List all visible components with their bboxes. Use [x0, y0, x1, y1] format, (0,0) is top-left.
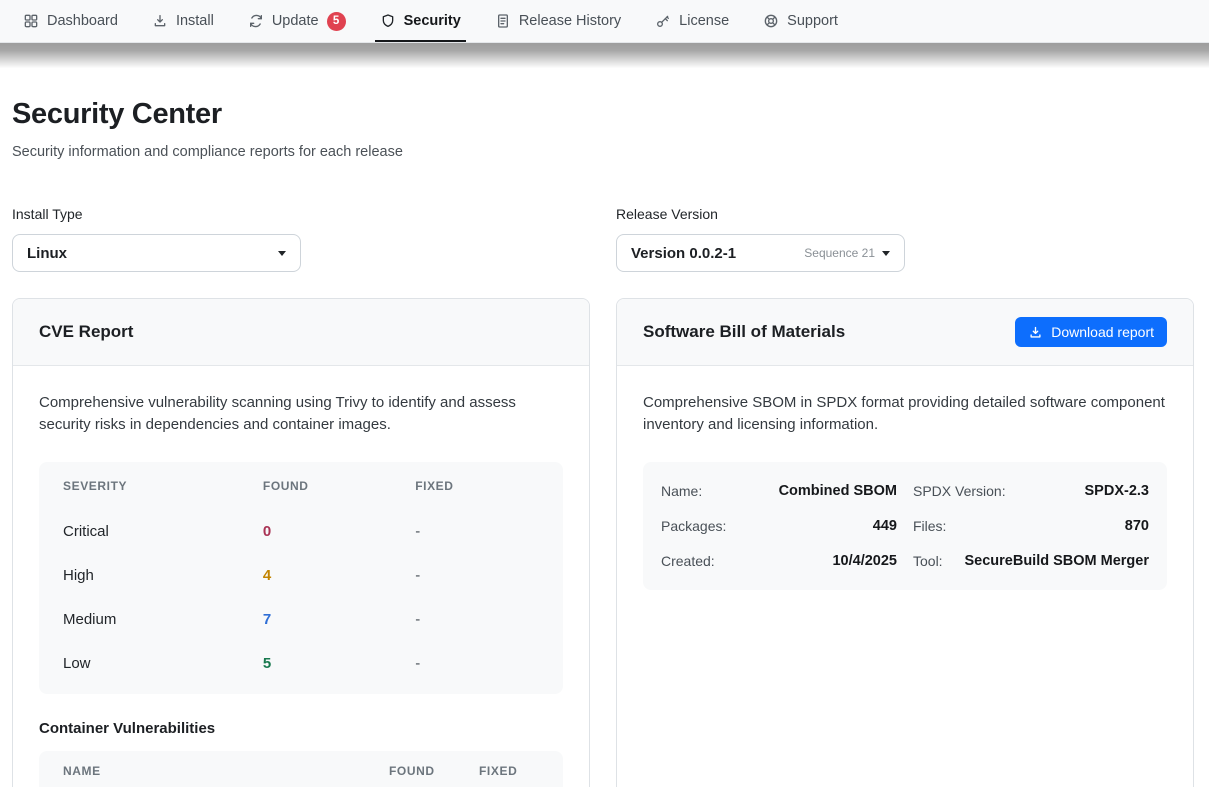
sbom-detail-spdx-version: SPDX Version: SPDX-2.3 — [913, 475, 1149, 507]
tab-dashboard[interactable]: Dashboard — [10, 0, 131, 42]
shield-icon — [380, 13, 396, 29]
sbom-header: Software Bill of Materials Download repo… — [617, 299, 1193, 366]
key-icon — [655, 13, 671, 29]
release-version-filter: Release Version Version 0.0.2-1 Sequence… — [616, 206, 1194, 272]
fixed-count: - — [415, 611, 539, 628]
tab-label: Update — [272, 13, 319, 29]
tab-install[interactable]: Install — [139, 0, 227, 42]
fixed-count: - — [415, 655, 539, 672]
tab-support[interactable]: Support — [750, 0, 851, 42]
file-text-icon — [495, 13, 511, 29]
col-fixed: Fixed — [479, 764, 539, 778]
col-fixed: Fixed — [415, 479, 539, 493]
found-count: 4 — [263, 567, 415, 584]
table-row: Critical 0 - — [39, 510, 563, 554]
filters-row: Install Type Linux Release Version Versi… — [12, 206, 1194, 272]
lifebuoy-icon — [763, 13, 779, 29]
cve-report-card: CVE Report Comprehensive vulnerability s… — [12, 298, 590, 787]
sbom-detail-packages: Packages: 449 — [661, 510, 897, 542]
tab-security[interactable]: Security — [367, 0, 474, 42]
table-row: Low 5 - — [39, 642, 563, 686]
tab-label: Support — [787, 13, 838, 29]
install-type-value: Linux — [27, 245, 278, 262]
release-version-label: Release Version — [616, 206, 1194, 222]
cards-row: CVE Report Comprehensive vulnerability s… — [12, 298, 1194, 787]
sbom-detail-created: Created: 10/4/2025 — [661, 545, 897, 577]
cve-report-body: Comprehensive vulnerability scanning usi… — [13, 366, 589, 787]
severity-name: Medium — [63, 611, 263, 628]
install-type-filter: Install Type Linux — [12, 206, 590, 272]
release-version-select[interactable]: Version 0.0.2-1 Sequence 21 — [616, 234, 905, 272]
severity-table: Severity Found Fixed Critical 0 - High 4… — [39, 462, 563, 694]
col-severity: Severity — [63, 479, 263, 493]
table-row: Medium 7 - — [39, 598, 563, 642]
sbom-detail-name: Name: Combined SBOM — [661, 475, 897, 507]
install-type-label: Install Type — [12, 206, 590, 222]
sbom-description: Comprehensive SBOM in SPDX format provid… — [643, 392, 1167, 436]
sbom-detail-files: Files: 870 — [913, 510, 1149, 542]
found-count: 7 — [263, 611, 415, 628]
severity-name: Low — [63, 655, 263, 672]
tab-label: Dashboard — [47, 13, 118, 29]
severity-name: Critical — [63, 523, 263, 540]
found-count: 5 — [263, 655, 415, 672]
page-content: Security Center Security information and… — [0, 68, 1209, 787]
cve-report-description: Comprehensive vulnerability scanning usi… — [39, 392, 563, 436]
top-navigation: Dashboard Install Update 5 Security Rele… — [0, 0, 1209, 43]
tab-release-history[interactable]: Release History — [482, 0, 634, 42]
table-row: High 4 - — [39, 554, 563, 598]
download-icon — [152, 13, 168, 29]
release-version-value: Version 0.0.2-1 — [631, 245, 804, 262]
found-count: 0 — [263, 523, 415, 540]
tab-update[interactable]: Update 5 — [235, 0, 359, 42]
tab-label: License — [679, 13, 729, 29]
page-title: Security Center — [12, 98, 1194, 131]
sbom-card: Software Bill of Materials Download repo… — [616, 298, 1194, 787]
container-vulnerabilities-table: Name Found Fixed — [39, 751, 563, 787]
update-count-badge: 5 — [327, 12, 346, 31]
severity-name: High — [63, 567, 263, 584]
fixed-count: - — [415, 523, 539, 540]
tab-label: Security — [404, 13, 461, 29]
col-found: Found — [389, 764, 479, 778]
fixed-count: - — [415, 567, 539, 584]
tab-license[interactable]: License — [642, 0, 742, 42]
grid-icon — [23, 13, 39, 29]
sbom-body: Comprehensive SBOM in SPDX format provid… — [617, 366, 1193, 616]
chevron-down-icon — [882, 251, 890, 256]
col-name: Name — [63, 764, 389, 778]
download-report-button[interactable]: Download report — [1015, 317, 1167, 347]
container-vulnerabilities-title: Container Vulnerabilities — [39, 720, 563, 737]
top-scroll-shadow-band — [0, 43, 1209, 68]
tab-label: Release History — [519, 13, 621, 29]
chevron-down-icon — [278, 251, 286, 256]
col-found: Found — [263, 479, 415, 493]
sbom-details-panel: Name: Combined SBOM SPDX Version: SPDX-2… — [643, 462, 1167, 590]
download-report-label: Download report — [1051, 324, 1154, 340]
cve-report-title: CVE Report — [39, 322, 133, 342]
sbom-detail-tool: Tool: SecureBuild SBOM Merger — [913, 545, 1149, 577]
sbom-title: Software Bill of Materials — [643, 322, 845, 342]
severity-table-header: Severity Found Fixed — [39, 462, 563, 510]
download-icon — [1028, 325, 1043, 340]
cve-report-header: CVE Report — [13, 299, 589, 366]
refresh-icon — [248, 13, 264, 29]
install-type-select[interactable]: Linux — [12, 234, 301, 272]
container-table-header: Name Found Fixed — [39, 751, 563, 787]
tab-label: Install — [176, 13, 214, 29]
release-sequence-label: Sequence 21 — [804, 246, 875, 260]
page-subtitle: Security information and compliance repo… — [12, 144, 1194, 160]
